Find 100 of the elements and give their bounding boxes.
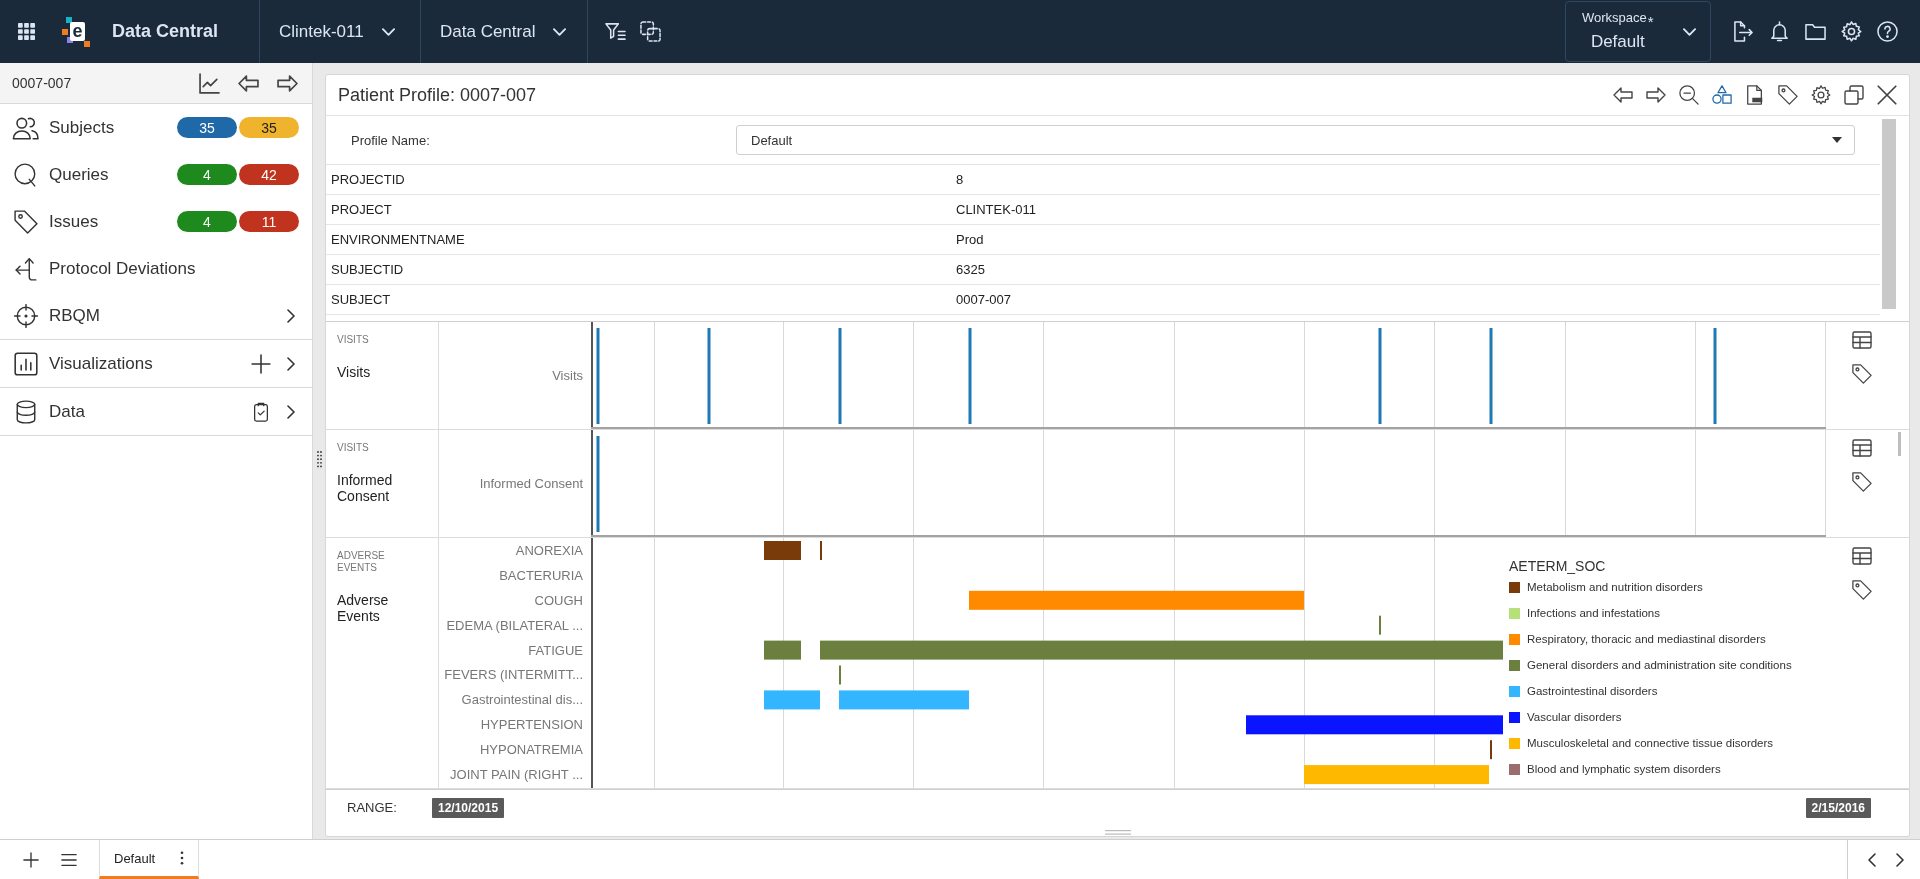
nav-link[interactable]: Subjects bbox=[49, 117, 175, 138]
chevron-left-icon[interactable] bbox=[1868, 852, 1876, 867]
folder-icon[interactable] bbox=[1805, 21, 1826, 42]
table-icon[interactable] bbox=[1852, 438, 1872, 458]
range-label: RANGE: bbox=[347, 800, 398, 815]
profile-select[interactable]: Default bbox=[736, 125, 1855, 155]
field-name-cell-text: SUBJECT bbox=[330, 292, 392, 307]
users-icon bbox=[12, 115, 40, 140]
nav-link[interactable]: Issues bbox=[49, 211, 175, 232]
field-name-cell-text: PROJECTID bbox=[330, 172, 406, 187]
count-badge: 11 bbox=[239, 211, 299, 232]
document-icon[interactable] bbox=[1745, 85, 1765, 105]
table-icon[interactable] bbox=[1852, 546, 1872, 566]
close-icon[interactable] bbox=[1877, 85, 1897, 105]
track-row-label: FATIGUE bbox=[528, 641, 583, 660]
count-badge: 4 bbox=[177, 164, 237, 185]
shapes-icon[interactable] bbox=[1712, 85, 1732, 105]
overlapping-squares-icon[interactable] bbox=[640, 21, 661, 42]
subject-id-label: 0007-007 bbox=[12, 75, 73, 91]
chevron-down-icon bbox=[553, 27, 567, 36]
settings-icon[interactable] bbox=[1811, 85, 1831, 105]
track-row-label: BACTERURIA bbox=[499, 566, 583, 585]
chevron-down-icon bbox=[1683, 27, 1696, 36]
track-title: Informed Consent bbox=[337, 472, 394, 504]
event-bar bbox=[764, 541, 801, 560]
scrollbar[interactable] bbox=[1898, 432, 1901, 456]
nav-link[interactable]: Data bbox=[49, 401, 251, 422]
tag-icon[interactable] bbox=[1778, 85, 1798, 105]
filter-list-icon[interactable] bbox=[605, 21, 626, 42]
apps-grid-icon[interactable] bbox=[18, 23, 35, 40]
tag-icon[interactable] bbox=[1852, 580, 1872, 600]
restore-window-icon[interactable] bbox=[1844, 85, 1864, 105]
nav-link[interactable]: RBQM bbox=[49, 305, 287, 326]
track-group-label: VISITS bbox=[337, 442, 370, 454]
plus-icon[interactable] bbox=[23, 851, 39, 868]
workspace-tab[interactable]: Default bbox=[99, 840, 199, 879]
legend-label: Blood and lymphatic system disorders bbox=[1527, 763, 1721, 775]
menu-icon[interactable] bbox=[61, 851, 77, 868]
track-row-label: FEVERS (INTERMITT... bbox=[444, 666, 583, 685]
count-badge: 42 bbox=[239, 164, 299, 185]
legend-label: Vascular disorders bbox=[1527, 711, 1622, 723]
track-title: Visits bbox=[337, 364, 372, 380]
caret-down-icon bbox=[1832, 137, 1842, 143]
export-icon[interactable] bbox=[1733, 21, 1754, 42]
chevron-right-icon[interactable] bbox=[287, 356, 295, 371]
chevron-right-icon[interactable] bbox=[287, 308, 295, 323]
line-chart-icon[interactable] bbox=[199, 72, 220, 94]
field-value-cell-text: 6325 bbox=[956, 262, 986, 277]
arrow-left-icon[interactable] bbox=[1613, 85, 1633, 105]
resize-grip-icon[interactable] bbox=[1104, 829, 1131, 835]
chevron-down-icon bbox=[381, 27, 395, 36]
legend-label: Respiratory, thoracic and mediastinal disorders bbox=[1527, 633, 1766, 645]
track-row-label: JOINT PAIN (RIGHT ... bbox=[450, 765, 583, 784]
nav-link[interactable]: Queries bbox=[49, 164, 175, 185]
app-name: Data Central bbox=[112, 21, 219, 42]
field-label: Profile Name: bbox=[350, 132, 431, 148]
chevron-right-icon[interactable] bbox=[287, 404, 295, 419]
track-row-label: Gastrointestinal dis... bbox=[461, 691, 583, 710]
nav-link[interactable]: Protocol Deviations bbox=[49, 258, 299, 279]
plus-icon[interactable] bbox=[251, 353, 271, 374]
help-icon[interactable] bbox=[1877, 21, 1898, 42]
table-icon[interactable] bbox=[1852, 330, 1872, 350]
tag-icon[interactable] bbox=[1852, 364, 1872, 384]
clipboard-check-icon[interactable] bbox=[251, 401, 271, 422]
field-value-cell-text: 8 bbox=[956, 172, 965, 187]
tag-icon[interactable] bbox=[1852, 472, 1872, 492]
bell-icon[interactable] bbox=[1769, 21, 1790, 42]
track-row-label: HYPONATREMIA bbox=[479, 741, 583, 760]
zoom-out-icon[interactable] bbox=[1679, 85, 1699, 105]
legend-label: Metabolism and nutrition disorders bbox=[1527, 581, 1703, 593]
track-title: Adverse Events bbox=[337, 592, 390, 624]
range-start-handle[interactable]: 12/10/2015 bbox=[432, 797, 505, 818]
track-group-label: VISITS bbox=[337, 334, 370, 346]
arrow-right-icon[interactable] bbox=[1646, 85, 1666, 105]
nav-link[interactable]: Visualizations bbox=[49, 353, 251, 374]
track-row-label: COUGH bbox=[534, 591, 583, 610]
count-badge: 35 bbox=[239, 117, 299, 138]
event-bar bbox=[764, 690, 820, 710]
card-title: Patient Profile: 0007-007 bbox=[338, 84, 538, 106]
legend-title: AETERM_SOC bbox=[1509, 558, 1607, 574]
track-row-label: Informed Consent bbox=[479, 476, 583, 491]
drag-handle-icon[interactable] bbox=[316, 451, 322, 468]
scrollbar[interactable] bbox=[1882, 119, 1896, 309]
field-name-cell-text: SUBJECTID bbox=[330, 262, 405, 277]
arrow-right-icon[interactable] bbox=[277, 72, 298, 94]
range-end-handle[interactable]: 2/15/2016 bbox=[1805, 797, 1871, 818]
track-row-label: EDEMA (BILATERAL ... bbox=[446, 616, 583, 635]
chevron-right-icon[interactable] bbox=[1896, 852, 1904, 867]
arrow-left-icon[interactable] bbox=[238, 72, 259, 94]
field-value-cell-text: CLINTEK-011 bbox=[956, 202, 1037, 217]
field-value-cell-text: 0007-007 bbox=[956, 292, 1012, 307]
field-name-cell-text: ENVIRONMENTNAME bbox=[330, 232, 466, 247]
crosshair-icon bbox=[12, 303, 40, 328]
legend-label: Musculoskeletal and connective tissue disorders bbox=[1527, 737, 1774, 749]
app-logo: e bbox=[62, 16, 90, 47]
tag-icon bbox=[12, 209, 40, 234]
field-value-cell-text: Prod bbox=[956, 232, 985, 247]
legend-label: General disorders and administration site conditions bbox=[1527, 659, 1792, 671]
kebab-menu-icon[interactable] bbox=[180, 851, 184, 865]
legend-label: Infections and infestations bbox=[1527, 607, 1660, 619]
